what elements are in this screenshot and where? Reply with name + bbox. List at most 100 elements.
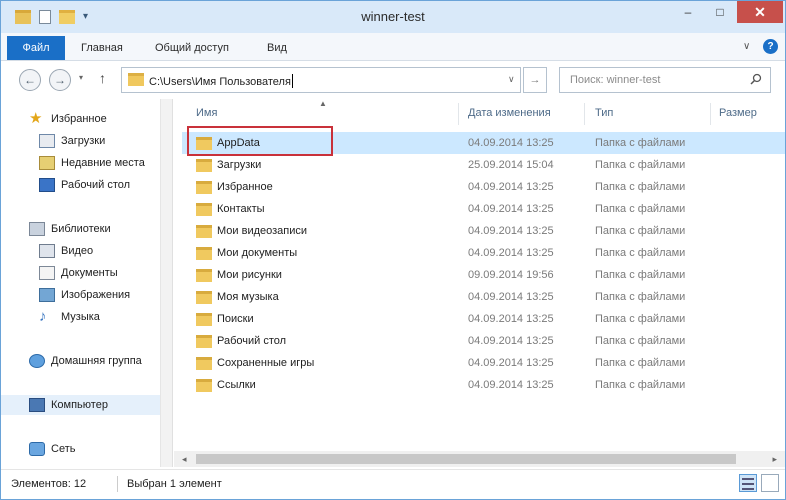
recent-locations-icon[interactable]: ▾ [79, 73, 83, 82]
explorer-window: ▾ winner-test – □ ✕ Файл Главная Общий д… [0, 0, 786, 500]
file-row[interactable]: Мои рисунки 09.09.2014 19:56 Папка с фай… [182, 264, 785, 286]
nav-item-label: Компьютер [51, 399, 108, 411]
nav-item-documents[interactable]: Документы [1, 263, 160, 283]
file-row[interactable]: Сохраненные игры 04.09.2014 13:25 Папка … [182, 352, 785, 374]
file-row[interactable]: Ссылки 04.09.2014 13:25 Папка с файлами [182, 374, 785, 396]
chevron-down-icon[interactable]: ∨ [508, 74, 515, 85]
status-bar: Элементов: 12 Выбран 1 элемент [1, 469, 785, 499]
column-header-type[interactable]: Тип [595, 107, 613, 119]
nav-item-downloads[interactable]: Загрузки [1, 131, 160, 151]
nav-item-computer[interactable]: Компьютер [1, 395, 160, 415]
file-date: 04.09.2014 13:25 [468, 181, 554, 193]
navigation-pane-scrollbar[interactable] [161, 99, 173, 467]
address-path-wrap[interactable]: C:\Users\Имя Пользователя [149, 74, 293, 88]
search-input[interactable]: Поиск: winner-test [570, 74, 660, 86]
nav-item-label: Недавние места [61, 157, 145, 169]
nav-item-homegroup[interactable]: Домашняя группа [1, 351, 160, 371]
file-date: 04.09.2014 13:25 [468, 357, 554, 369]
column-separator[interactable] [710, 103, 711, 125]
nav-item-pictures[interactable]: Изображения [1, 285, 160, 305]
back-button[interactable]: ← [19, 69, 41, 91]
file-name: Ссылки [217, 379, 256, 391]
address-bar[interactable]: C:\Users\Имя Пользователя ∨ [121, 67, 521, 93]
nav-item-favorites[interactable]: ★ Избранное [1, 109, 160, 129]
nav-item-recent-places[interactable]: Недавние места [1, 153, 160, 173]
search-icon [750, 73, 762, 85]
column-header-size[interactable]: Размер [719, 107, 757, 119]
scrollbar-thumb[interactable] [196, 454, 736, 464]
folder-icon [196, 313, 212, 326]
details-view-button[interactable] [739, 474, 757, 492]
selection-count: Выбран 1 элемент [127, 478, 222, 490]
nav-item-label: Видео [61, 245, 94, 257]
up-button[interactable]: ↑ [99, 70, 106, 86]
nav-item-label: Музыка [61, 311, 100, 323]
help-icon[interactable]: ? [763, 39, 778, 54]
file-row[interactable]: Поиски 04.09.2014 13:25 Папка с файлами [182, 308, 785, 330]
file-date: 04.09.2014 13:25 [468, 203, 554, 215]
nav-item-label: Рабочий стол [61, 179, 131, 191]
search-box[interactable]: Поиск: winner-test [559, 67, 771, 93]
status-separator [117, 476, 118, 492]
folder-icon [196, 269, 212, 282]
file-date: 04.09.2014 13:25 [468, 225, 554, 237]
tab-home[interactable]: Главная [81, 36, 123, 60]
refresh-button[interactable]: → [523, 67, 547, 93]
column-separator[interactable] [458, 103, 459, 125]
expand-ribbon-icon[interactable]: ∨ [743, 41, 750, 52]
folder-icon [196, 159, 212, 172]
ribbon-tabs: Файл Главная Общий доступ Вид ∨ ? [1, 33, 785, 61]
horizontal-scrollbar[interactable]: ◂ ▸ [174, 451, 785, 467]
file-row[interactable]: Мои документы 04.09.2014 13:25 Папка с ф… [182, 242, 785, 264]
nav-item-desktop[interactable]: Рабочий стол [1, 175, 160, 195]
nav-item-video[interactable]: Видео [1, 241, 160, 261]
tab-file[interactable]: Файл [7, 36, 65, 60]
file-type: Папка с файлами [595, 335, 686, 347]
maximize-button[interactable]: □ [705, 1, 735, 23]
file-name: Мои документы [217, 247, 298, 259]
nav-item-music[interactable]: ♪ Музыка [1, 307, 160, 327]
folder-icon [196, 137, 212, 150]
file-row[interactable]: Избранное 04.09.2014 13:25 Папка с файла… [182, 176, 785, 198]
address-path: C:\Users\Имя Пользователя [149, 76, 291, 88]
file-row[interactable]: Контакты 04.09.2014 13:25 Папка с файлам… [182, 198, 785, 220]
file-row[interactable]: AppData 04.09.2014 13:25 Папка с файлами [182, 132, 785, 154]
file-row[interactable]: Рабочий стол 04.09.2014 13:25 Папка с фа… [182, 330, 785, 352]
file-type: Папка с файлами [595, 291, 686, 303]
nav-item-label: Загрузки [61, 135, 106, 147]
large-icons-view-button[interactable] [761, 474, 779, 492]
file-type: Папка с файлами [595, 137, 686, 149]
close-button[interactable]: ✕ [737, 1, 783, 23]
tab-share[interactable]: Общий доступ [155, 36, 229, 60]
column-header-name[interactable]: Имя [196, 107, 217, 119]
file-date: 04.09.2014 13:25 [468, 335, 554, 347]
nav-item-network[interactable]: Сеть [1, 439, 160, 459]
nav-item-label: Домашняя группа [51, 355, 142, 367]
file-row[interactable]: Загрузки 25.09.2014 15:04 Папка с файлам… [182, 154, 785, 176]
tab-view[interactable]: Вид [267, 36, 287, 60]
file-type: Папка с файлами [595, 247, 686, 259]
video-icon [39, 244, 55, 258]
documents-icon [39, 266, 55, 280]
file-row[interactable]: Моя музыка 04.09.2014 13:25 Папка с файл… [182, 286, 785, 308]
title-bar[interactable]: ▾ winner-test – □ ✕ [1, 1, 785, 33]
file-row[interactable]: Мои видеозаписи 04.09.2014 13:25 Папка с… [182, 220, 785, 242]
scroll-left-icon[interactable]: ◂ [182, 454, 187, 465]
navigation-pane: ★ Избранное Загрузки Недавние места Рабо… [1, 99, 161, 467]
file-date: 04.09.2014 13:25 [468, 379, 554, 391]
music-icon: ♪ [39, 308, 47, 325]
downloads-icon [39, 134, 55, 148]
column-separator[interactable] [584, 103, 585, 125]
forward-button[interactable]: → [49, 69, 71, 91]
navigation-bar: ← → ▾ ↑ C:\Users\Имя Пользователя ∨ → По… [1, 61, 785, 99]
minimize-button[interactable]: – [673, 1, 703, 23]
scroll-right-icon[interactable]: ▸ [772, 454, 777, 465]
column-header-date[interactable]: Дата изменения [468, 107, 551, 119]
file-name: Мои видеозаписи [217, 225, 308, 237]
nav-item-label: Сеть [51, 443, 76, 455]
file-type: Папка с файлами [595, 159, 686, 171]
folder-icon [196, 379, 212, 392]
folder-icon [128, 73, 144, 86]
file-type: Папка с файлами [595, 203, 686, 215]
nav-item-libraries[interactable]: Библиотеки [1, 219, 160, 239]
